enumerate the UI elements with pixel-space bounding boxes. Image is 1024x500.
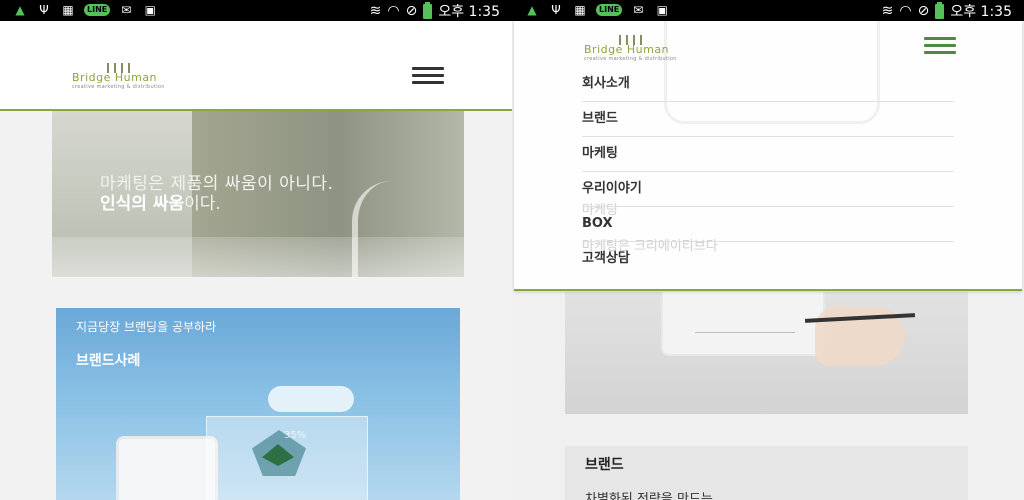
brand-section-subtitle: 차별화된 전략을 만드는 [585, 492, 713, 500]
vibrate-icon: ≋ [881, 3, 894, 19]
mail-icon: ✉ [633, 3, 644, 17]
android-icon: ▲ [527, 3, 537, 17]
menu-item-box[interactable]: BOX [582, 207, 954, 242]
hero-banner: 마케팅은 제품의 싸움이 아니다. 인식의 싸움이다. [52, 111, 464, 277]
hamburger-menu-icon[interactable] [412, 67, 444, 88]
hero-line-2: 인식의 싸움이다. [100, 189, 221, 214]
wifi-icon: ◠ [899, 3, 912, 19]
brand-card-title: 브랜드사례 [76, 353, 141, 369]
right-screen: 브랜드 차별화된 전략을 만드는 Bridge Human creative m… [512, 0, 1024, 500]
vibrate-icon: ≋ [369, 3, 382, 19]
status-bar: ▲ Ψ ▦ LINE ✉ ▣ ≋ ◠ ⊘ 오후 1:35 [512, 0, 1024, 21]
brand-section-title: 브랜드 [585, 457, 624, 473]
bag-icon: ▣ [656, 3, 668, 17]
left-screen: ▲ Ψ ▦ LINE ✉ ▣ ≋ ◠ ⊘ 오후 1:35 Bridge Huma… [0, 0, 512, 500]
hamburger-menu-icon[interactable] [924, 37, 956, 58]
graphic-percent: 35% [284, 430, 307, 441]
status-bar: ▲ Ψ ▦ LINE ✉ ▣ ≋ ◠ ⊘ 오후 1:35 [0, 0, 512, 21]
logo-text: Bridge Human [72, 71, 158, 84]
keyboard-icon: ▦ [574, 3, 586, 17]
status-time: 오후 1:35 [950, 4, 1012, 20]
hero-line-2-rest: 이다. [184, 194, 221, 214]
cloud-graphic [268, 386, 354, 412]
battery-icon [423, 1, 433, 19]
menu-item-company[interactable]: 회사소개 [582, 67, 954, 102]
android-icon: ▲ [15, 3, 25, 17]
blocked-icon: ⊘ [405, 3, 418, 19]
site-header: Bridge Human creative marketing & distri… [0, 21, 512, 111]
brand-logo[interactable]: Bridge Human creative marketing & distri… [584, 35, 677, 62]
logo-tagline: creative marketing & distribution [72, 84, 165, 90]
nav-dropdown-menu: Bridge Human creative marketing & distri… [514, 21, 1022, 291]
battery-icon [935, 1, 945, 19]
line-app-icon: LINE [84, 4, 111, 16]
tablet-graphic [116, 436, 218, 500]
wifi-icon: ◠ [387, 3, 400, 19]
brand-card-subtitle: 지금당장 브랜딩을 공부하라 [76, 320, 217, 334]
brand-section[interactable]: 브랜드 차별화된 전략을 만드는 [565, 446, 968, 500]
menu-item-customer-support[interactable]: 고객상담 [582, 242, 954, 276]
mail-icon: ✉ [121, 3, 132, 17]
menu-item-marketing[interactable]: 마케팅 [582, 137, 954, 172]
hero-emphasis: 인식의 싸움 [100, 194, 185, 214]
usb-icon: Ψ [39, 3, 49, 17]
brand-logo[interactable]: Bridge Human creative marketing & distri… [72, 63, 165, 90]
brand-case-card[interactable]: 지금당장 브랜딩을 공부하라 브랜드사례 35% [56, 308, 460, 500]
logo-text: Bridge Human [584, 43, 670, 56]
line-app-icon: LINE [596, 4, 623, 16]
menu-item-brand[interactable]: 브랜드 [582, 102, 954, 137]
bag-icon: ▣ [144, 3, 156, 17]
pen-hand-image [565, 292, 968, 414]
blocked-icon: ⊘ [917, 3, 930, 19]
keyboard-icon: ▦ [62, 3, 74, 17]
status-time: 오후 1:35 [438, 4, 500, 20]
usb-icon: Ψ [551, 3, 561, 17]
logo-tagline: creative marketing & distribution [584, 56, 677, 62]
menu-item-our-story[interactable]: 우리이야기 [582, 172, 954, 207]
